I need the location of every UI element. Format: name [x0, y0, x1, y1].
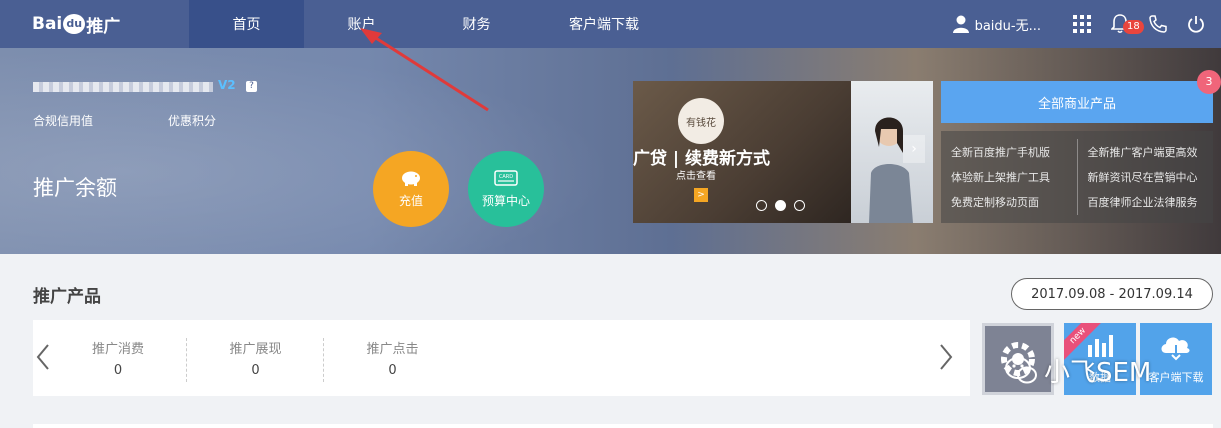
nav-finance[interactable]: 财务: [419, 0, 534, 48]
wechat-icon: [1005, 356, 1037, 383]
apps-grid-button[interactable]: [1063, 0, 1101, 48]
nav-client-download[interactable]: 客户端下载: [534, 0, 674, 48]
credit-score-label: 合规信用值: [33, 114, 94, 128]
stats-panel: 推广消费 0 推广展现 0 推广点击 0: [33, 320, 970, 396]
account-level-badge: V2: [218, 78, 236, 92]
banner-subtitle: 点击查看: [676, 171, 716, 182]
help-icon[interactable]: ?: [246, 81, 257, 92]
account-name-blurred: [33, 82, 213, 92]
link-mobile-version[interactable]: 全新百度推广手机版: [951, 144, 1077, 160]
phone-button[interactable]: [1139, 0, 1177, 48]
banner-product-tag: 有钱花: [678, 98, 724, 144]
stat-clicks: 推广点击 0: [323, 338, 461, 382]
logout-button[interactable]: [1177, 0, 1215, 48]
top-nav-bar: Bai du 推广 首页 账户 财务 客户端下载 baidu-无... 18: [0, 0, 1221, 48]
stat-value: 0: [113, 363, 123, 378]
recharge-button[interactable]: 充值: [373, 151, 449, 227]
woman-with-headset-image: [869, 117, 913, 223]
watermark-text: 小飞SEM: [1044, 358, 1152, 388]
link-mobile-page[interactable]: 免费定制移动页面: [951, 194, 1077, 210]
piggy-bank-icon: [402, 171, 420, 186]
product-links-panel: 全新百度推广手机版 体验新上架推广工具 免费定制移动页面 全新推广客户端更高效 …: [941, 131, 1213, 223]
link-new-client[interactable]: 全新推广客户端更高效: [1088, 144, 1214, 160]
stat-value: 0: [388, 363, 397, 378]
user-icon: [952, 15, 969, 33]
stat-label: 推广点击: [366, 342, 419, 357]
nav-home[interactable]: 首页: [189, 0, 304, 48]
stat-label: 推广消费: [91, 342, 144, 357]
logo-text-left: Bai: [32, 14, 63, 34]
banner-go-button[interactable]: >: [694, 188, 708, 202]
notifications-button[interactable]: 18: [1101, 0, 1144, 48]
carousel-dots: [756, 200, 805, 211]
account-hero: V2 ? 合规信用值 优惠积分 推广余额 充值 CARD 预算中心 有钱花 广贷…: [0, 48, 1221, 254]
all-products-button[interactable]: 全部商业产品: [941, 81, 1213, 123]
logo-paw: du: [63, 14, 86, 34]
bonus-points-label: 优惠积分: [168, 114, 217, 128]
chevron-right-icon[interactable]: [938, 342, 954, 372]
logo-text-right: 推广: [86, 16, 121, 37]
next-section-edge: [33, 424, 1213, 428]
balance-label: 推广余额: [33, 176, 117, 200]
stat-impressions: 推广展现 0: [186, 338, 324, 382]
card-icon: CARD: [494, 169, 518, 186]
link-legal-service[interactable]: 百度律师企业法律服务: [1088, 194, 1214, 210]
power-icon: [1188, 16, 1204, 33]
carousel-dot-1[interactable]: [756, 200, 767, 211]
grid-icon: [1073, 15, 1091, 33]
user-name: baidu-无...: [974, 18, 1041, 34]
nav-right-tools: baidu-无... 18: [952, 0, 1221, 48]
link-new-tools[interactable]: 体验新上架推广工具: [951, 169, 1077, 185]
products-count-badge: 3: [1197, 70, 1221, 94]
user-menu[interactable]: baidu-无...: [952, 15, 1041, 34]
product-links-left: 全新百度推广手机版 体验新上架推广工具 免费定制移动页面: [941, 139, 1077, 215]
carousel-dot-3[interactable]: [794, 200, 805, 211]
hero-background: [0, 48, 620, 254]
stat-label: 推广展现: [229, 342, 282, 357]
banner-slogan: 广贷 | 续费新方式: [633, 149, 771, 169]
stat-spend: 推广消费 0: [49, 338, 187, 382]
stat-value: 0: [251, 363, 260, 378]
section-title: 推广产品: [33, 287, 101, 307]
budget-center-label: 预算中心: [481, 193, 530, 208]
budget-center-button[interactable]: CARD 预算中心: [468, 151, 544, 227]
phone-icon: [1149, 15, 1167, 33]
card-icon-text: CARD: [499, 174, 513, 180]
banner-next-arrow[interactable]: ›: [903, 135, 925, 163]
nav-account[interactable]: 账户: [304, 0, 419, 48]
baidu-logo[interactable]: Bai du 推广: [0, 0, 189, 48]
carousel-dot-2[interactable]: [775, 200, 786, 211]
promo-banner-carousel[interactable]: 有钱花 广贷 | 续费新方式 点击查看 > ›: [633, 81, 933, 223]
link-marketing-center[interactable]: 新鲜资讯尽在营销中心: [1088, 169, 1214, 185]
wechat-watermark: 小飞SEM: [1004, 352, 1151, 389]
recharge-label: 充值: [398, 193, 423, 208]
product-links-right: 全新推广客户端更高效 新鲜资讯尽在营销中心 百度律师企业法律服务: [1076, 139, 1214, 215]
date-range-picker[interactable]: 2017.09.08 - 2017.09.14: [1011, 278, 1213, 310]
